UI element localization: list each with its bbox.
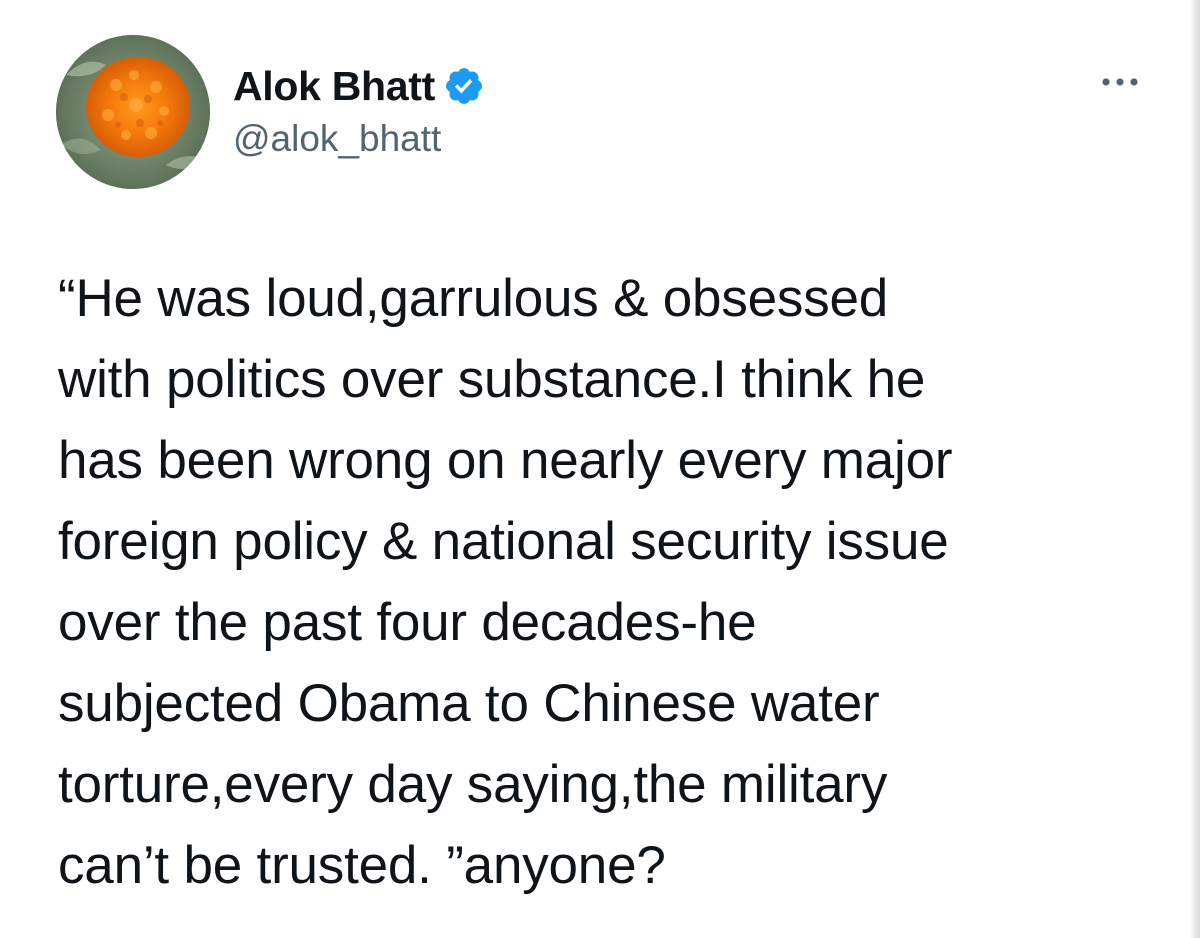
tweet-text-line: can’t be trusted. ”anyone? [58,836,666,895]
tweet-text-line: with politics over substance.I think he [58,350,926,409]
tweet-text-line: over the past four decades-he [58,593,757,652]
tweet-text-line: foreign policy & national security issue [58,512,949,571]
page-edge-shadow [1190,0,1200,938]
more-horizontal-icon [1102,78,1138,86]
verified-badge-icon [443,65,485,107]
tweet-text-line: has been wrong on nearly every major [58,431,953,490]
tweet-text-line: torture,every day saying,the military [58,755,888,814]
more-options-button[interactable] [1092,62,1148,102]
tweet-text-line: subjected Obama to Chinese water [58,674,880,733]
author-display-name[interactable]: Alok Bhatt [233,63,435,110]
tweet-card: Alok Bhatt @alok_bhatt “He was loud,garr… [0,0,1200,938]
tweet-text: “He was loud,garrulous & obsessed with p… [58,258,1178,906]
avatar[interactable] [56,35,210,189]
author-handle[interactable]: @alok_bhatt [233,118,441,160]
tweet-text-line: “He was loud,garrulous & obsessed [58,269,889,328]
author-name-row: Alok Bhatt [233,62,485,110]
marigold-flower-avatar-icon [56,35,210,189]
